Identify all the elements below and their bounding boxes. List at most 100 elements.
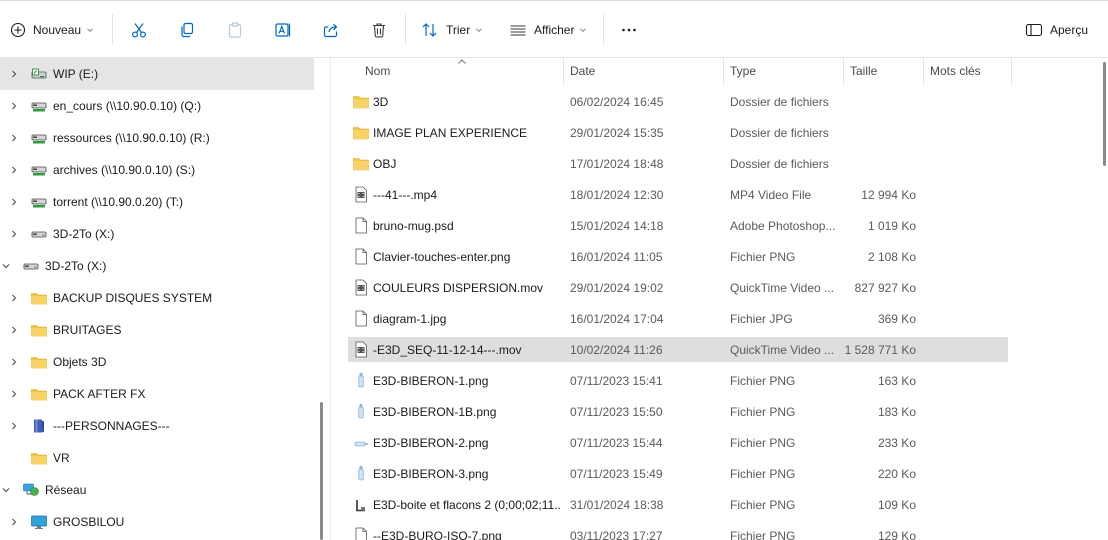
drive-icon (22, 258, 40, 274)
file-type: Adobe Photoshop... (730, 218, 836, 233)
file-name: E3D-BIBERON-1.png (373, 373, 489, 388)
chevron-right-icon[interactable] (8, 292, 20, 304)
folder-icon (352, 93, 370, 110)
chevron-down-icon[interactable] (0, 260, 12, 272)
file-row[interactable]: E3D-BIBERON-3.png 07/11/2023 15:49 Fichi… (348, 461, 1008, 486)
nav-item-3d-2to-expanded[interactable]: 3D-2To (X:) (0, 250, 314, 282)
preview-pane-button[interactable]: Aperçu (1025, 18, 1088, 42)
nav-item-ressources-drive[interactable]: ressources (\\10.90.0.10) (R:) (0, 122, 314, 154)
nav-item-backup-disques-system[interactable]: BACKUP DISQUES SYSTEM (0, 282, 314, 314)
column-header-tags[interactable]: Mots clés (930, 58, 981, 84)
toolbar-separator (112, 14, 113, 44)
nav-item-3d-2to-drive[interactable]: 3D-2To (X:) (0, 218, 314, 250)
nav-item-pack-after-fx[interactable]: PACK AFTER FX (0, 378, 314, 410)
file-row[interactable]: ---41---.mp4 18/01/2024 12:30 MP4 Video … (348, 182, 1008, 207)
chevron-right-icon[interactable] (8, 516, 20, 528)
file-row[interactable]: 3D 06/02/2024 16:45 Dossier de fichiers (348, 89, 1008, 114)
video-file-icon (352, 186, 370, 203)
nav-item-torrent-drive[interactable]: torrent (\\10.90.0.20) (T:) (0, 186, 314, 218)
sort-arrows-icon (422, 23, 437, 37)
chevron-right-icon[interactable] (8, 228, 20, 240)
file-size: 1 528 771 Ko (844, 342, 916, 357)
nav-item-vr[interactable]: VR (0, 442, 314, 474)
file-row[interactable]: diagram-1.jpg 16/01/2024 17:04 Fichier J… (348, 306, 1008, 331)
file-row[interactable]: Clavier-touches-enter.png 16/01/2024 11:… (348, 244, 1008, 269)
nav-item-wip-drive[interactable]: WIP (E:) (0, 58, 314, 90)
column-divider[interactable] (563, 58, 564, 84)
book-icon (30, 418, 48, 434)
bottle-thumbnail-icon (352, 403, 370, 420)
file-row[interactable]: --E3D-BURO-ISO-7.png 03/11/2023 17:27 Fi… (348, 523, 1008, 540)
sort-button[interactable]: Trier (421, 18, 483, 42)
file-size: 109 Ko (877, 497, 916, 512)
file-name: E3D-BIBERON-1B.png (373, 404, 497, 419)
nav-item-label: ---PERSONNAGES--- (53, 419, 170, 433)
more-dots-icon (622, 28, 636, 32)
column-divider[interactable] (723, 58, 724, 84)
delete-button[interactable] (370, 18, 388, 42)
drive-usb-icon (30, 66, 48, 82)
file-row[interactable]: E3D-BIBERON-1.png 07/11/2023 15:41 Fichi… (348, 368, 1008, 393)
file-type: QuickTime Video ... (730, 342, 835, 357)
chevron-right-icon[interactable] (8, 388, 20, 400)
chevron-right-icon[interactable] (8, 196, 20, 208)
share-button[interactable] (322, 18, 340, 42)
file-row[interactable]: E3D-boite et flacons 2 (0;00;02;11... 31… (348, 492, 1008, 517)
nav-item-label: ressources (\\10.90.0.10) (R:) (53, 131, 210, 145)
chevron-right-icon[interactable] (8, 132, 20, 144)
file-row[interactable]: -E3D_SEQ-11-12-14---.mov 10/02/2024 11:2… (348, 337, 1008, 362)
file-row[interactable]: IMAGE PLAN EXPERIENCE 29/01/2024 15:35 D… (348, 120, 1008, 145)
nav-item-label: 3D-2To (X:) (45, 259, 107, 273)
new-button-label: Nouveau (33, 23, 82, 37)
nav-item-bruitages[interactable]: BRUITAGES (0, 314, 314, 346)
file-row[interactable]: bruno-mug.psd 15/01/2024 14:18 Adobe Pho… (348, 213, 1008, 238)
chevron-right-icon[interactable] (8, 420, 20, 432)
new-button[interactable]: Nouveau (10, 18, 94, 42)
nav-item-objets-3d[interactable]: Objets 3D (0, 346, 314, 378)
nav-item-en-cours-drive[interactable]: en_cours (\\10.90.0.10) (Q:) (0, 90, 314, 122)
file-date: 07/11/2023 15:44 (570, 435, 663, 450)
more-options-button[interactable] (620, 18, 638, 42)
file-date: 03/11/2023 17:27 (570, 528, 663, 540)
file-name: diagram-1.jpg (373, 311, 447, 326)
nav-item-label: 3D-2To (X:) (53, 227, 115, 241)
rename-icon (275, 23, 291, 37)
bottle-thumbnail-icon (352, 372, 370, 389)
file-type: Dossier de fichiers (730, 94, 829, 109)
chevron-down-icon (87, 28, 93, 33)
column-divider[interactable] (1011, 58, 1012, 84)
file-row[interactable]: E3D-BIBERON-2.png 07/11/2023 15:44 Fichi… (348, 430, 1008, 455)
sidebar-scrollbar[interactable] (320, 402, 323, 540)
column-header-date[interactable]: Date (570, 58, 595, 84)
cut-button[interactable] (130, 18, 148, 42)
chevron-down-icon[interactable] (0, 484, 12, 496)
file-list-scrollbar-thumb[interactable] (1103, 62, 1106, 166)
file-icon (352, 310, 370, 327)
column-header-name[interactable]: Nom (365, 58, 390, 84)
file-name: IMAGE PLAN EXPERIENCE (373, 125, 528, 140)
file-row[interactable]: E3D-BIBERON-1B.png 07/11/2023 15:50 Fich… (348, 399, 1008, 424)
copy-button[interactable] (178, 18, 196, 42)
file-row[interactable]: OBJ 17/01/2024 18:48 Dossier de fichiers (348, 151, 1008, 176)
paste-button[interactable] (226, 18, 244, 42)
file-icon (352, 248, 370, 265)
file-row[interactable]: COULEURS DISPERSION.mov 29/01/2024 19:02… (348, 275, 1008, 300)
column-divider[interactable] (923, 58, 924, 84)
chevron-right-icon[interactable] (8, 324, 20, 336)
column-divider[interactable] (843, 58, 844, 84)
column-header-type[interactable]: Type (730, 58, 756, 84)
file-size: 12 994 Ko (861, 187, 916, 202)
nav-item-grosbilou[interactable]: GROSBILOU (0, 506, 314, 538)
file-date: 18/01/2024 12:30 (570, 187, 664, 202)
chevron-right-icon[interactable] (8, 68, 20, 80)
view-button[interactable]: Afficher (509, 18, 587, 42)
nav-item-personnages[interactable]: ---PERSONNAGES--- (0, 410, 314, 442)
nav-item-reseau[interactable]: Réseau (0, 474, 314, 506)
sort-ascending-icon (458, 59, 466, 64)
chevron-right-icon[interactable] (8, 164, 20, 176)
column-header-size[interactable]: Taille (850, 58, 877, 84)
rename-button[interactable] (274, 18, 292, 42)
chevron-right-icon[interactable] (8, 356, 20, 368)
chevron-right-icon[interactable] (8, 100, 20, 112)
nav-item-archives-drive[interactable]: archives (\\10.90.0.10) (S:) (0, 154, 314, 186)
